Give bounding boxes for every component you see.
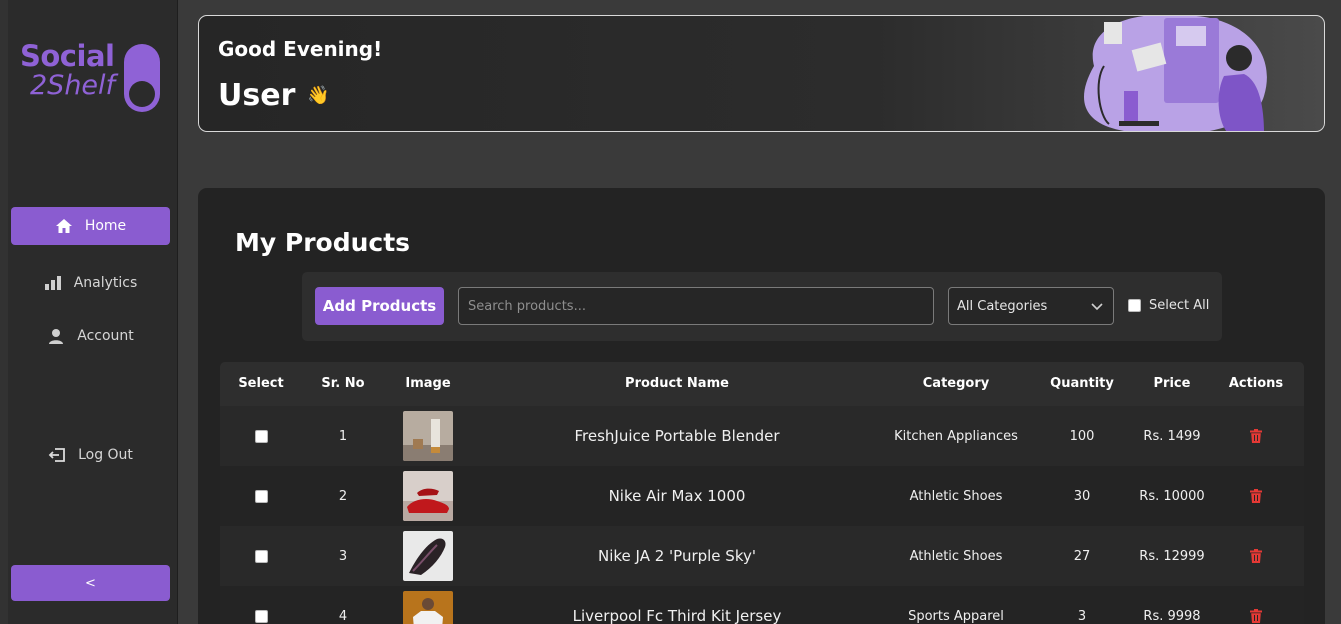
sidebar-item-home[interactable]: Home <box>11 207 170 245</box>
product-image-dark-shoe <box>403 531 453 581</box>
brand-line2: 2Shelf <box>30 70 116 101</box>
table-row: 3 Nike JA 2 'Purple Sky' Athletic Shoes … <box>220 526 1304 586</box>
column-header-quantity: Quantity <box>1050 376 1114 391</box>
column-header-product-name: Product Name <box>625 376 729 391</box>
add-products-button[interactable]: Add Products <box>315 287 444 325</box>
greeting-username: User <box>218 78 296 113</box>
row-product-name: Nike Air Max 1000 <box>608 487 746 505</box>
user-icon <box>47 328 65 344</box>
product-image-blender <box>403 411 453 461</box>
sidebar-item-label: Home <box>84 218 127 234</box>
select-all-label: Select All <box>1149 298 1210 313</box>
products-panel: My Products Add Products All Categories … <box>198 188 1325 624</box>
sidebar-item-analytics[interactable]: Analytics <box>11 264 170 302</box>
column-header-sr-no: Sr. No <box>321 376 365 391</box>
sidebar-item-label: Account <box>77 328 134 344</box>
row-price: Rs. 1499 <box>1143 428 1201 444</box>
waving-hand-icon: 👋 <box>307 85 330 106</box>
sidebar-collapse-button[interactable]: < <box>11 565 170 601</box>
row-category: Athletic Shoes <box>909 548 1003 564</box>
row-price: Rs. 10000 <box>1139 488 1205 504</box>
greeting-salutation: Good Evening! <box>218 37 383 61</box>
table-row: 4 Liverpool Fc Third Kit Jersey Sports A… <box>220 586 1304 624</box>
sidebar-item-account[interactable]: Account <box>11 317 170 355</box>
logout-button[interactable]: Log Out <box>11 436 170 474</box>
trash-icon[interactable] <box>1250 429 1262 443</box>
column-header-actions: Actions <box>1228 376 1284 391</box>
row-price: Rs. 9998 <box>1143 608 1201 624</box>
brand-logo[interactable]: Social 2Shelf <box>18 40 168 116</box>
trash-icon[interactable] <box>1250 609 1262 623</box>
search-input[interactable] <box>458 287 934 325</box>
bar-chart-icon <box>44 275 62 291</box>
row-quantity: 30 <box>1073 488 1091 504</box>
row-quantity: 100 <box>1069 428 1095 444</box>
category-select[interactable]: All Categories <box>948 287 1114 325</box>
row-product-name: Nike JA 2 'Purple Sky' <box>598 547 756 565</box>
page-title: My Products <box>235 228 411 257</box>
column-header-price: Price <box>1153 376 1191 391</box>
shopping-illustration <box>1084 16 1267 131</box>
products-toolbar: Add Products All Categories Select All <box>302 272 1222 341</box>
row-checkbox[interactable] <box>254 609 268 623</box>
column-header-image: Image <box>405 376 451 391</box>
row-sr-no: 2 <box>338 488 348 504</box>
brand-logo-text: Social 2Shelf <box>20 39 116 101</box>
toggle-logo-icon <box>124 44 160 112</box>
column-header-category: Category <box>922 376 990 391</box>
row-product-name: Liverpool Fc Third Kit Jersey <box>572 607 782 624</box>
brand-line1: Social <box>20 39 115 73</box>
chevron-down-icon <box>1091 303 1103 311</box>
greeting-card: Good Evening! User 👋 <box>198 15 1325 132</box>
greeting-user: User 👋 <box>218 78 330 113</box>
row-quantity: 27 <box>1073 548 1091 564</box>
row-checkbox[interactable] <box>254 549 268 563</box>
select-all-control[interactable]: Select All <box>1128 298 1209 313</box>
row-price: Rs. 12999 <box>1139 548 1205 564</box>
table-row: 2 Nike Air Max 1000 Athletic Shoes 30 Rs… <box>220 466 1304 526</box>
product-image-jersey <box>403 591 453 624</box>
products-table: Select Sr. No Image Product Name Categor… <box>220 362 1304 624</box>
sidebar: Social 2Shelf Home Analytics Account Log… <box>0 0 178 624</box>
row-checkbox[interactable] <box>254 429 268 443</box>
logout-icon <box>48 447 66 463</box>
trash-icon[interactable] <box>1250 549 1262 563</box>
sidebar-edge <box>0 0 8 624</box>
sidebar-item-label: Analytics <box>73 275 138 291</box>
row-category: Sports Apparel <box>908 608 1004 624</box>
home-icon <box>55 218 73 234</box>
row-category: Athletic Shoes <box>909 488 1003 504</box>
row-sr-no: 3 <box>338 548 348 564</box>
logout-label: Log Out <box>78 447 133 463</box>
row-sr-no: 4 <box>338 608 348 624</box>
row-category: Kitchen Appliances <box>894 428 1018 444</box>
select-all-checkbox[interactable] <box>1128 299 1141 312</box>
row-sr-no: 1 <box>338 428 348 444</box>
table-header: Select Sr. No Image Product Name Categor… <box>220 362 1304 406</box>
category-selected-value: All Categories <box>957 298 1048 314</box>
column-header-select: Select <box>238 376 284 391</box>
product-image-red-shoe <box>403 471 453 521</box>
row-quantity: 3 <box>1077 608 1087 624</box>
trash-icon[interactable] <box>1250 489 1262 503</box>
row-checkbox[interactable] <box>254 489 268 503</box>
row-product-name: FreshJuice Portable Blender <box>574 427 780 445</box>
table-row: 1 FreshJuice Portable Blender Kitchen Ap… <box>220 406 1304 466</box>
